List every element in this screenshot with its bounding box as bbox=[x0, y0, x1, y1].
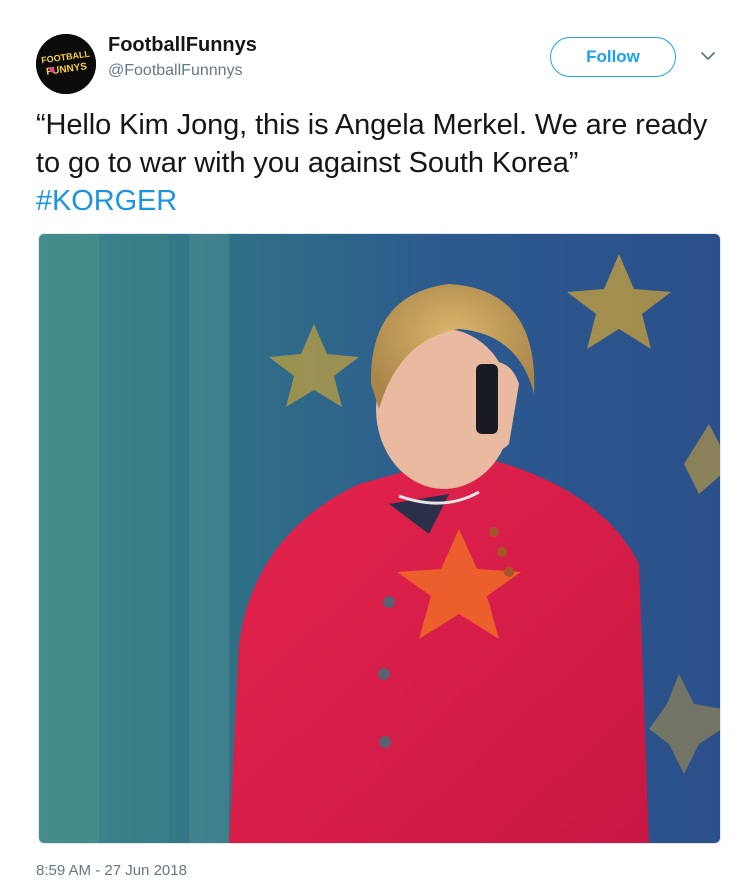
tweet-photo[interactable] bbox=[38, 233, 721, 844]
follow-button[interactable]: Follow bbox=[550, 37, 676, 77]
tweet-card: FOOTBALL FUNNYS FootballFunnys @Football… bbox=[0, 0, 750, 890]
tweet-timestamp[interactable]: 8:59 AM - 27 Jun 2018 bbox=[36, 862, 187, 879]
chevron-down-icon[interactable] bbox=[700, 50, 716, 62]
hashtag-link[interactable]: #KORGER bbox=[36, 185, 177, 217]
display-name[interactable]: FootballFunnys bbox=[108, 34, 257, 57]
avatar[interactable]: FOOTBALL FUNNYS bbox=[36, 34, 96, 94]
avatar-logo-icon: FOOTBALL FUNNYS bbox=[36, 34, 96, 94]
tweet-body: “Hello Kim Jong, this is Angela Merkel. … bbox=[36, 109, 708, 179]
photo-illustration bbox=[39, 234, 720, 843]
user-handle[interactable]: @FootballFunnnys bbox=[108, 62, 243, 80]
tweet-text: “Hello Kim Jong, this is Angela Merkel. … bbox=[36, 106, 716, 220]
